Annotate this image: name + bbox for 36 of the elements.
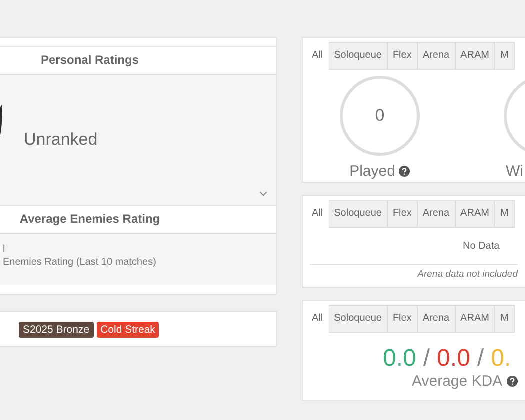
- stat-label: Played: [350, 162, 396, 180]
- section-title: Personal Ratings: [0, 46, 276, 75]
- separator: /: [423, 345, 430, 373]
- section-title: Average Enemies Rating: [0, 205, 276, 234]
- filter-tab[interactable]: Flex: [388, 200, 418, 228]
- help-icon[interactable]: [506, 376, 518, 387]
- filter-tab[interactable]: Soloqueue: [329, 42, 388, 70]
- filter-tab[interactable]: Flex: [388, 305, 418, 333]
- rating-text: Enemies Rating (Last 10 matches): [3, 257, 158, 268]
- filter-tab[interactable]: Arena: [418, 42, 456, 70]
- tag-badge: Cold Streak: [96, 322, 160, 338]
- help-icon[interactable]: [399, 166, 410, 176]
- separator: /: [477, 345, 484, 373]
- note-text: Arena data not included: [310, 264, 518, 287]
- filter-tab[interactable]: M: [495, 305, 515, 333]
- kills-value: 0.0: [383, 345, 416, 373]
- rank-label: Unranked: [24, 130, 98, 150]
- filter-tab[interactable]: M: [495, 42, 515, 70]
- assists-value: 0.: [491, 345, 512, 373]
- filter-tab[interactable]: ARAM: [456, 42, 496, 70]
- deaths-value: 0.0: [437, 345, 470, 373]
- filter-tab[interactable]: ARAM: [456, 200, 496, 228]
- stat-circle: 0: [340, 76, 420, 156]
- filter-tab[interactable]: Arena: [418, 200, 456, 228]
- empty-message: No Data: [463, 241, 500, 252]
- filter-tab[interactable]: Arena: [418, 305, 456, 333]
- rating-text: l: [3, 244, 6, 255]
- filter-tab[interactable]: Soloqueue: [329, 305, 388, 333]
- filter-tab[interactable]: ARAM: [456, 305, 496, 333]
- filter-tab[interactable]: M: [495, 200, 515, 228]
- kda-label: Average KDA: [412, 373, 503, 390]
- filter-tab[interactable]: Soloqueue: [329, 200, 388, 228]
- chevron-down-icon[interactable]: [259, 191, 268, 197]
- stat-label: Wi: [506, 162, 524, 180]
- filter-tab[interactable]: Flex: [388, 42, 418, 70]
- tag-badge: S2025 Bronze: [19, 322, 94, 338]
